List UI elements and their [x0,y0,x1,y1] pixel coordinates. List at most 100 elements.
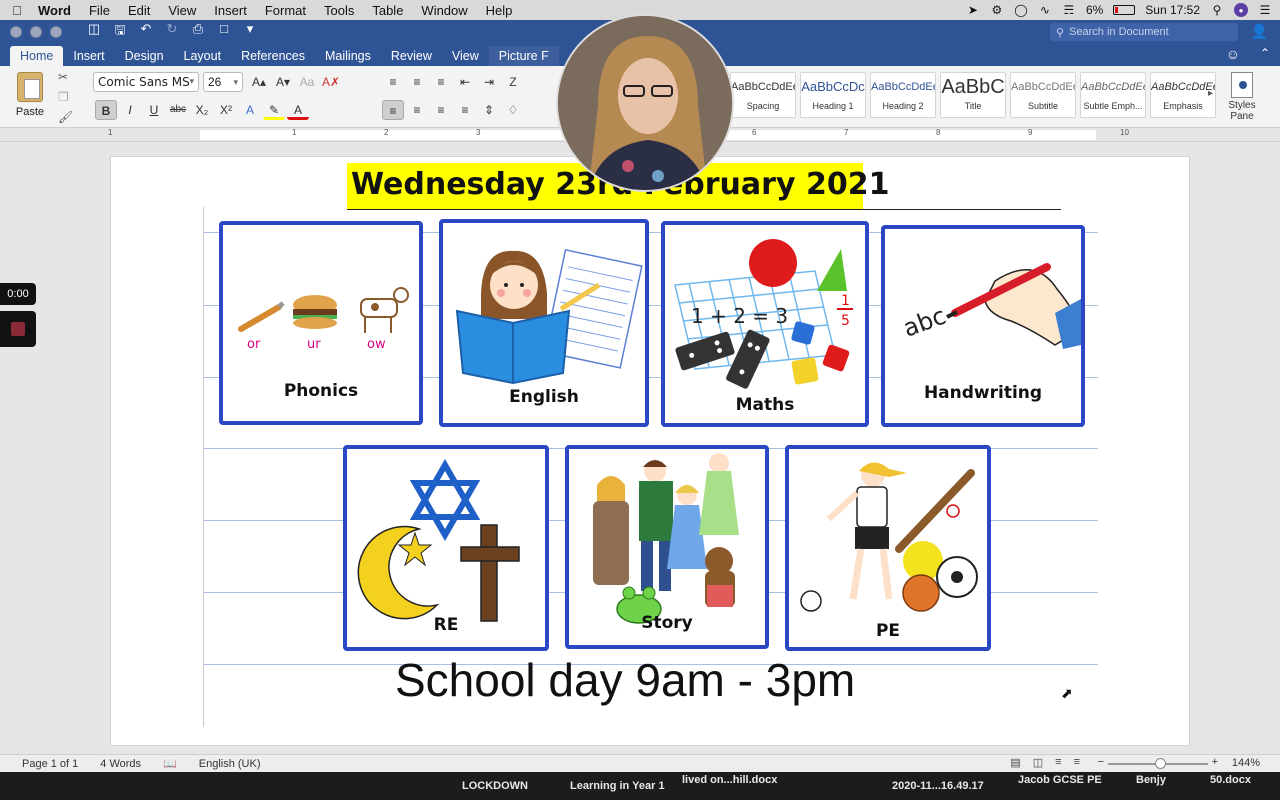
tab-home[interactable]: Home [10,46,64,66]
tab-mailings[interactable]: Mailings [315,46,381,66]
feedback-smiley-icon[interactable]: ☺ [1226,46,1240,62]
clear-formatting-icon[interactable]: A✗ [320,72,342,92]
clock[interactable]: Sun 17:52 [1145,3,1200,17]
strikethrough-button[interactable]: abc [167,100,189,120]
web-layout-icon[interactable]: ◫ [1033,756,1043,769]
card-pe[interactable]: PE [785,445,991,651]
sync-icon[interactable]: ◯ [1014,3,1028,17]
shrink-font-icon[interactable]: A▾ [272,72,294,92]
zoom-in-button[interactable]: + [1212,756,1218,768]
customize-toolbar-icon[interactable]: ▾ [242,21,258,43]
location-icon[interactable]: ➤ [966,3,980,17]
new-document-icon[interactable]: □ [216,21,232,43]
card-re[interactable]: RE [343,445,549,651]
draft-view-icon[interactable]: ≡ [1074,756,1080,769]
cut-icon[interactable]: ✂ [58,70,73,84]
card-story[interactable]: Story [565,445,769,649]
grow-font-icon[interactable]: A▴ [248,72,270,92]
desktop-item[interactable]: Benjy [1136,774,1166,786]
style-heading-2[interactable]: AaBbCcDdEe Heading 2 [870,72,936,118]
menu-file[interactable]: File [80,3,119,18]
card-handwriting[interactable]: abc Handwriting [881,225,1085,427]
bullets-icon[interactable]: ≡ [382,72,404,92]
siri-icon[interactable]: ● [1234,3,1248,17]
font-name-select[interactable]: Comic Sans MS ▾ [93,72,199,92]
styles-pane-button[interactable]: Styles Pane [1224,72,1260,122]
spotlight-search-icon[interactable]: ⚲ [1210,3,1224,17]
paste-button[interactable]: Paste [10,72,50,118]
card-maths[interactable]: 1 + 2 = 3 1 5 Maths [661,221,869,427]
battery-icon[interactable] [1113,5,1136,15]
sort-icon[interactable]: Z [502,72,524,92]
tab-picture-format[interactable]: Picture F [488,46,559,66]
search-in-document-field[interactable]: ⚲ Search in Document [1050,23,1238,41]
menu-insert[interactable]: Insert [205,3,256,18]
font-size-select[interactable]: 26 ▾ [203,72,243,92]
font-color-icon[interactable]: A [287,100,309,120]
redo-icon[interactable]: ↻ [164,21,180,43]
activity-icon[interactable]: ∿ [1038,3,1052,17]
align-right-icon[interactable]: ≡ [430,100,452,120]
superscript-button[interactable]: X² [215,100,237,120]
change-case-icon[interactable]: Aa [296,72,318,92]
tab-review[interactable]: Review [381,46,442,66]
save-icon[interactable]: 🖫 [112,21,128,43]
school-day-text[interactable]: School day 9am - 3pm [395,653,855,707]
language-status[interactable]: English (UK) [199,758,261,770]
style-title[interactable]: AaBbC Title [940,72,1006,118]
text-effects-icon[interactable]: A [239,100,261,120]
tab-insert[interactable]: Insert [63,46,114,66]
document-page[interactable]: Wednesday 23rd February 2021 or ur ow Ph… [110,156,1190,746]
print-layout-icon[interactable]: ▤ [1010,756,1020,769]
tab-design[interactable]: Design [115,46,174,66]
menu-edit[interactable]: Edit [119,3,159,18]
zoom-window-button[interactable] [50,26,62,38]
proofing-icon[interactable]: 📖 [163,757,177,770]
zoom-level[interactable]: 144% [1232,757,1260,769]
tab-view[interactable]: View [442,46,489,66]
collapse-ribbon-icon[interactable]: ⌃ [1260,46,1270,60]
stop-recording-button[interactable] [0,311,36,347]
styles-next-icon[interactable]: ▸ [1208,88,1213,99]
menu-view[interactable]: View [159,3,205,18]
style-subtitle[interactable]: AaBbCcDdEe Subtitle [1010,72,1076,118]
desktop-item[interactable]: Learning in Year 1 [570,780,665,792]
style-heading-1[interactable]: AaBbCcDc Heading 1 [800,72,866,118]
style-emphasis[interactable]: AaBbCcDdEe Emphasis [1150,72,1216,118]
gear-icon[interactable]: ⚙ [990,3,1004,17]
italic-button[interactable]: I [119,100,141,120]
desktop-item[interactable]: LOCKDOWN [462,780,528,792]
increase-indent-icon[interactable]: ⇥ [478,72,500,92]
desktop-item[interactable]: lived on...hill.docx [682,774,777,786]
subscript-button[interactable]: X₂ [191,100,213,120]
style-subtle-emphasis[interactable]: AaBbCcDdEe Subtle Emph... [1080,72,1146,118]
menu-app-name[interactable]: Word [34,3,80,18]
numbering-icon[interactable]: ≡ [406,72,428,92]
card-phonics[interactable]: or ur ow Phonics [219,221,423,425]
card-english[interactable]: English [439,219,649,427]
menu-window[interactable]: Window [412,3,476,18]
menu-table[interactable]: Table [363,3,412,18]
print-icon[interactable]: ⎙ [190,21,206,43]
sidebar-toggle-icon[interactable]: ◫ [86,21,102,43]
underline-button[interactable]: U [143,100,165,120]
menu-tools[interactable]: Tools [315,3,363,18]
menu-help[interactable]: Help [477,3,522,18]
menu-format[interactable]: Format [256,3,315,18]
word-count[interactable]: 4 Words [100,758,141,770]
tab-references[interactable]: References [231,46,315,66]
highlight-icon[interactable]: ✎ [263,100,285,120]
align-left-icon[interactable]: ≡ [382,100,404,120]
close-window-button[interactable] [10,26,22,38]
desktop-item[interactable]: 50.docx [1210,774,1251,786]
bold-button[interactable]: B [95,100,117,120]
undo-icon[interactable]: ↶ [138,21,154,43]
format-painter-icon[interactable]: 🖌 [58,110,73,124]
tab-layout[interactable]: Layout [174,46,232,66]
zoom-slider-handle[interactable] [1155,758,1166,769]
outline-view-icon[interactable]: ≡ [1055,756,1061,769]
notification-center-icon[interactable]: ☰ [1258,3,1272,17]
desktop-item[interactable]: Jacob GCSE PE [1018,774,1102,786]
webcam-overlay[interactable] [556,14,734,192]
line-spacing-icon[interactable]: ⇕ [478,100,500,120]
